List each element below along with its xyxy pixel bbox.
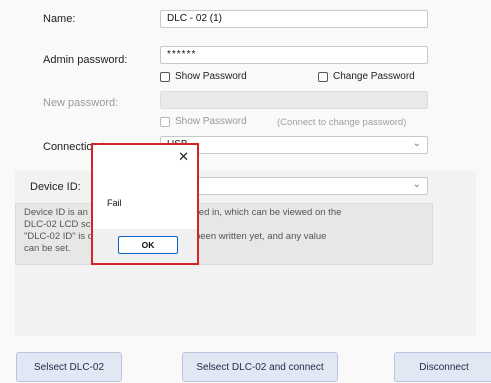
- chevron-down-icon: ⌄: [412, 138, 421, 149]
- dlc-settings-window: Name: DLC - 02 (1) Admin password: *****…: [0, 0, 491, 383]
- checkbox-box[interactable]: [160, 71, 170, 82]
- new-password-input[interactable]: [160, 91, 428, 109]
- dialog-message: Fail: [107, 198, 122, 208]
- description-line: Device ID is an option that needs to be …: [24, 207, 342, 218]
- dialog-titlebar[interactable]: ✕: [93, 145, 197, 171]
- description-line: can be set.: [24, 243, 71, 254]
- show-password-checkbox[interactable]: Show Password: [160, 71, 247, 82]
- name-input[interactable]: DLC - 02 (1): [160, 10, 428, 28]
- admin-password-label: Admin password:: [43, 54, 128, 66]
- name-label: Name:: [43, 13, 76, 25]
- change-password-label: Change Password: [333, 71, 415, 82]
- select-and-connect-button[interactable]: Selsect DLC-02 and connect: [182, 352, 338, 382]
- description-line: DLC-02 LCD screen. If the: [24, 219, 136, 230]
- admin-password-input[interactable]: ******: [160, 46, 428, 64]
- new-password-label: New password:: [43, 97, 119, 109]
- checkbox-box[interactable]: [160, 116, 170, 127]
- error-dialog: ✕ Fail OK: [91, 143, 199, 265]
- show-password-label: Show Password: [175, 71, 247, 82]
- description-line: "DLC-02 ID" is displayed, the ID has not…: [24, 231, 327, 242]
- ok-button[interactable]: OK: [118, 236, 178, 254]
- device-id-select[interactable]: ⌄: [160, 177, 428, 195]
- checkbox-box[interactable]: [318, 71, 328, 82]
- chevron-down-icon: ⌄: [412, 179, 421, 190]
- show-new-password-label: Show Password: [175, 116, 247, 127]
- select-dlc-button[interactable]: Selsect DLC-02: [16, 352, 122, 382]
- device-id-label: Device ID:: [30, 181, 81, 193]
- disconnect-button[interactable]: Disconnect: [394, 352, 491, 382]
- show-new-password-checkbox[interactable]: Show Password: [160, 116, 247, 127]
- close-icon[interactable]: ✕: [178, 150, 189, 163]
- change-password-hint: (Connect to change password): [277, 117, 407, 128]
- change-password-checkbox[interactable]: Change Password: [318, 71, 415, 82]
- device-id-description: Device ID is an option that needs to be …: [15, 203, 433, 265]
- connection-type-select[interactable]: USB ⌄: [160, 136, 428, 154]
